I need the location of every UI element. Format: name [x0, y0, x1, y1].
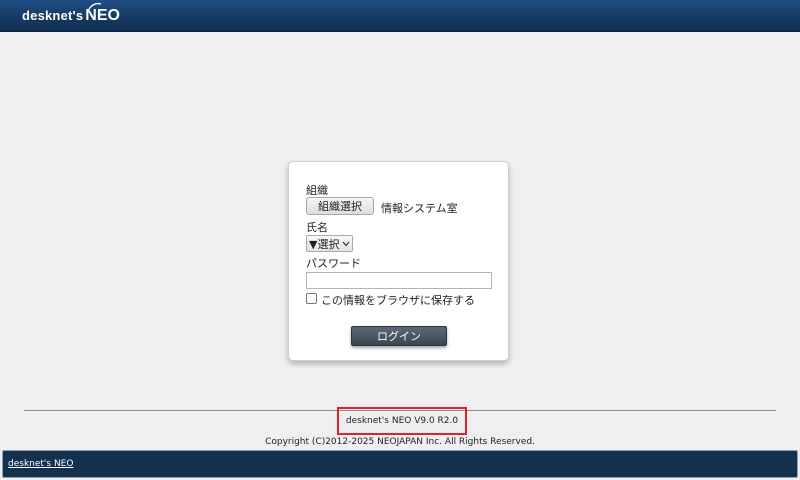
name-dropdown[interactable]: ▼選択: [306, 235, 353, 252]
desknets-neo-link[interactable]: desknet's NEO: [8, 459, 73, 469]
remember-checkbox[interactable]: [306, 293, 317, 304]
app-header: desknet's NEO: [0, 0, 800, 32]
org-label: 組織: [306, 184, 328, 197]
name-dropdown-value: ▼選択: [309, 237, 340, 251]
login-button[interactable]: ログイン: [351, 326, 447, 346]
logo-text: desknet's: [22, 8, 84, 23]
org-select-button[interactable]: 組織選択: [306, 197, 374, 215]
desknets-neo-logo[interactable]: desknet's NEO: [22, 2, 120, 25]
name-label: 氏名: [306, 221, 328, 234]
version-label: desknet's NEO V9.0 R2.0: [337, 407, 467, 435]
copyright-text: Copyright (C)2012-2025 NEOJAPAN Inc. All…: [265, 437, 535, 447]
chevron-down-icon: [342, 241, 350, 247]
bottom-bar: desknet's NEO: [2, 450, 798, 478]
org-value: 情報システム室: [381, 202, 458, 215]
login-panel: 組織 組織選択 情報システム室 氏名 ▼選択 パスワード この情報をブラウザに保…: [288, 161, 509, 361]
password-input[interactable]: [306, 272, 492, 289]
logo-swoosh-icon: [88, 2, 102, 10]
password-label: パスワード: [306, 257, 361, 270]
remember-label[interactable]: この情報をブラウザに保存する: [321, 292, 475, 308]
